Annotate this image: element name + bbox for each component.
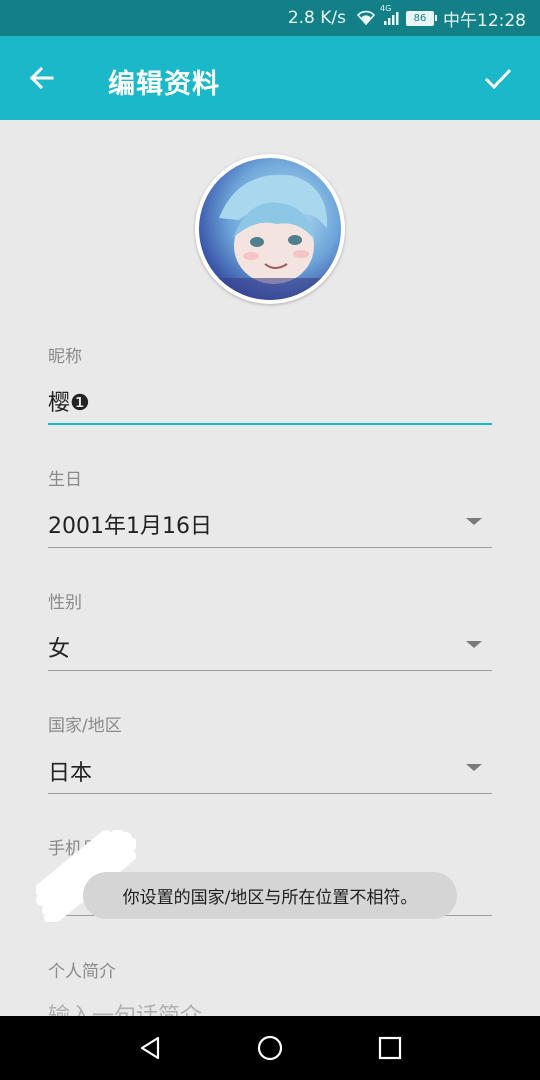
chevron-down-icon[interactable] [466,518,482,525]
nickname-underline [48,423,492,425]
clock: 中午12:28 [443,10,526,31]
chevron-down-icon[interactable] [466,764,482,771]
birthday-underline [48,547,492,548]
birthday-select[interactable]: 2001年1月16日 [48,508,212,540]
region-select[interactable]: 日本 [48,755,92,787]
avatar-image [199,158,341,300]
arrow-left-icon[interactable] [24,60,60,96]
triangle-back-icon[interactable] [136,1033,166,1063]
navigation-bar [0,1016,540,1080]
gender-underline [48,670,492,671]
toast-message: 你设置的国家/地区与所在位置不相符。 [83,872,457,919]
nickname-label: 昵称 [48,347,82,367]
network-speed: 2.8 K/s [287,8,346,28]
app-bar: 编辑资料 [0,36,540,120]
avatar[interactable] [195,154,345,304]
battery-icon: 86 [406,10,437,26]
network-type: 4G [380,4,392,13]
status-bar: 2.8 K/s 4G 86 中午12:28 [0,0,540,36]
birthday-label: 生日 [48,470,82,490]
gender-label: 性别 [48,593,82,613]
circle-home-icon[interactable] [255,1033,285,1063]
region-label: 国家/地区 [48,716,122,736]
check-icon[interactable] [480,60,516,96]
region-underline [48,793,492,794]
wifi-icon [356,10,376,26]
chevron-down-icon[interactable] [466,641,482,648]
signal-icon: 4G [380,4,400,26]
bio-label: 个人简介 [48,962,116,982]
square-recents-icon[interactable] [375,1033,405,1063]
page-title: 编辑资料 [108,69,220,100]
gender-select[interactable]: 女 [48,631,70,663]
nickname-input[interactable]: 樱❶ [48,385,90,417]
